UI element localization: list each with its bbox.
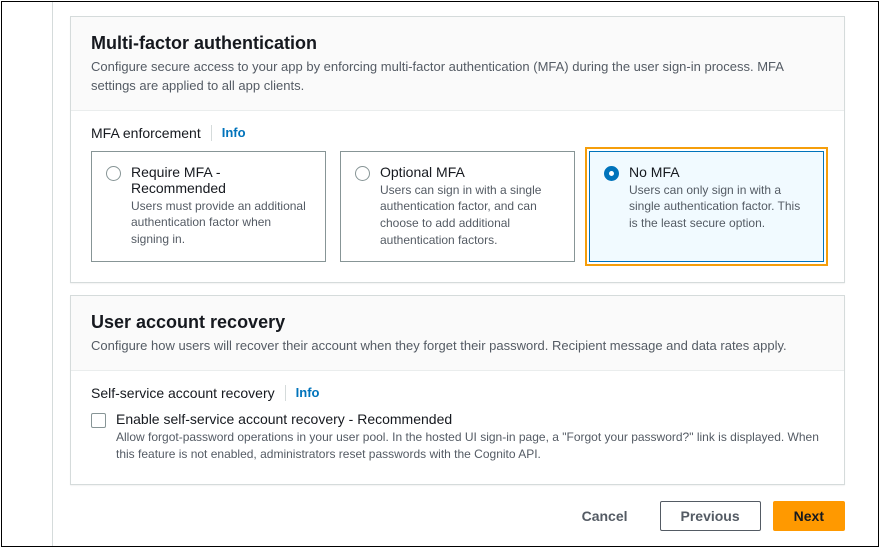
mfa-title: Multi-factor authentication bbox=[91, 33, 824, 54]
radio-card-require-mfa[interactable]: Require MFA - Recommended Users must pro… bbox=[91, 151, 326, 262]
radio-icon bbox=[604, 166, 619, 181]
radio-desc: Users can sign in with a single authenti… bbox=[380, 182, 560, 249]
checkbox-desc: Allow forgot-password operations in your… bbox=[116, 429, 824, 464]
recovery-panel-body: Self-service account recovery Info Enabl… bbox=[71, 371, 844, 484]
mfa-info-link[interactable]: Info bbox=[222, 125, 246, 140]
radio-icon bbox=[355, 166, 370, 181]
self-service-label-row: Self-service account recovery Info bbox=[91, 385, 824, 401]
self-service-label: Self-service account recovery bbox=[91, 385, 275, 401]
cancel-button[interactable]: Cancel bbox=[562, 502, 648, 530]
radio-desc: Users must provide an additional authent… bbox=[131, 198, 311, 248]
mfa-enforcement-label-row: MFA enforcement Info bbox=[91, 125, 824, 141]
radio-title: Require MFA - Recommended bbox=[131, 164, 311, 196]
radio-card-optional-mfa[interactable]: Optional MFA Users can sign in with a si… bbox=[340, 151, 575, 262]
mfa-radio-group: Require MFA - Recommended Users must pro… bbox=[91, 151, 824, 262]
previous-button[interactable]: Previous bbox=[660, 501, 761, 531]
radio-title: No MFA bbox=[629, 164, 809, 180]
recovery-info-link[interactable]: Info bbox=[296, 385, 320, 400]
radio-card-no-mfa[interactable]: No MFA Users can only sign in with a sin… bbox=[589, 151, 824, 262]
mfa-enforcement-label: MFA enforcement bbox=[91, 125, 201, 141]
mfa-panel: Multi-factor authentication Configure se… bbox=[70, 16, 845, 283]
mfa-panel-body: MFA enforcement Info Require MFA - Recom… bbox=[71, 111, 844, 282]
radio-title: Optional MFA bbox=[380, 164, 560, 180]
recovery-panel: User account recovery Configure how user… bbox=[70, 295, 845, 485]
divider bbox=[285, 385, 286, 401]
next-button[interactable]: Next bbox=[773, 501, 845, 531]
wizard-footer: Cancel Previous Next bbox=[52, 485, 863, 541]
recovery-title: User account recovery bbox=[91, 312, 824, 333]
recovery-panel-header: User account recovery Configure how user… bbox=[71, 296, 844, 371]
mfa-panel-header: Multi-factor authentication Configure se… bbox=[71, 17, 844, 111]
mfa-description: Configure secure access to your app by e… bbox=[91, 58, 824, 96]
radio-icon bbox=[106, 166, 121, 181]
checkbox-title: Enable self-service account recovery - R… bbox=[116, 411, 824, 427]
radio-desc: Users can only sign in with a single aut… bbox=[629, 182, 809, 232]
self-service-checkbox[interactable] bbox=[91, 413, 106, 428]
divider bbox=[211, 125, 212, 141]
form-scroll-area: Multi-factor authentication Configure se… bbox=[52, 2, 863, 546]
self-service-checkbox-row: Enable self-service account recovery - R… bbox=[91, 411, 824, 464]
recovery-description: Configure how users will recover their a… bbox=[91, 337, 824, 356]
